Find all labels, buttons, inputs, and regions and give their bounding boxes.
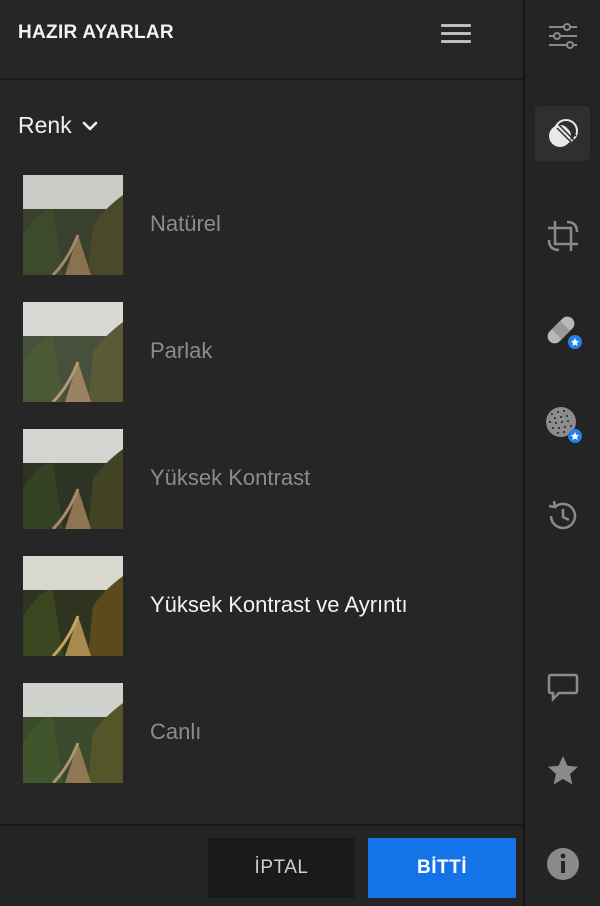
preset-label: Yüksek Kontrast ve Ayrıntı — [150, 592, 408, 617]
crop-icon[interactable] — [535, 208, 590, 263]
healing-bandage-icon[interactable] — [535, 302, 590, 357]
panel-header: HAZIR AYARLAR — [0, 0, 523, 80]
comment-icon[interactable] — [535, 658, 590, 713]
preset-thumbnail — [23, 175, 123, 275]
done-button[interactable]: BİTTİ — [368, 838, 516, 898]
category-dropdown[interactable]: Renk — [18, 108, 98, 142]
preset-thumbnail — [23, 302, 123, 402]
preset-label: Canlı — [150, 719, 202, 744]
preset-label: Parlak — [150, 338, 213, 363]
preset-item-yuksek-kontrast[interactable]: Yüksek Kontrast — [0, 429, 523, 539]
presets-panel: HAZIR AYARLAR Renk Natürel Parlak Yüksek… — [0, 0, 523, 906]
preset-thumbnail — [23, 556, 123, 656]
cancel-button[interactable]: İPTAL — [208, 838, 355, 898]
selective-mask-icon[interactable] — [535, 396, 590, 451]
category-label: Renk — [18, 111, 72, 138]
info-icon[interactable] — [535, 836, 590, 891]
preset-label: Yüksek Kontrast — [150, 465, 311, 490]
preset-thumbnail — [23, 429, 123, 529]
tool-rail — [525, 0, 600, 906]
star-icon[interactable] — [535, 743, 590, 798]
presets-icon[interactable] — [535, 106, 590, 161]
chevron-down-icon — [82, 121, 98, 131]
history-icon[interactable] — [535, 488, 590, 543]
sliders-icon[interactable] — [535, 8, 590, 63]
preset-item-naturel[interactable]: Natürel — [0, 175, 523, 285]
panel-footer: İPTAL BİTTİ — [0, 824, 523, 906]
preset-item-canli[interactable]: Canlı — [0, 683, 523, 793]
preset-label: Natürel — [150, 211, 221, 236]
preset-thumbnail — [23, 683, 123, 783]
preset-item-yuksek-kontrast-ayrinti[interactable]: Yüksek Kontrast ve Ayrıntı — [0, 556, 523, 666]
preset-item-parlak[interactable]: Parlak — [0, 302, 523, 412]
hamburger-icon[interactable] — [436, 18, 476, 50]
panel-title: HAZIR AYARLAR — [18, 22, 174, 43]
